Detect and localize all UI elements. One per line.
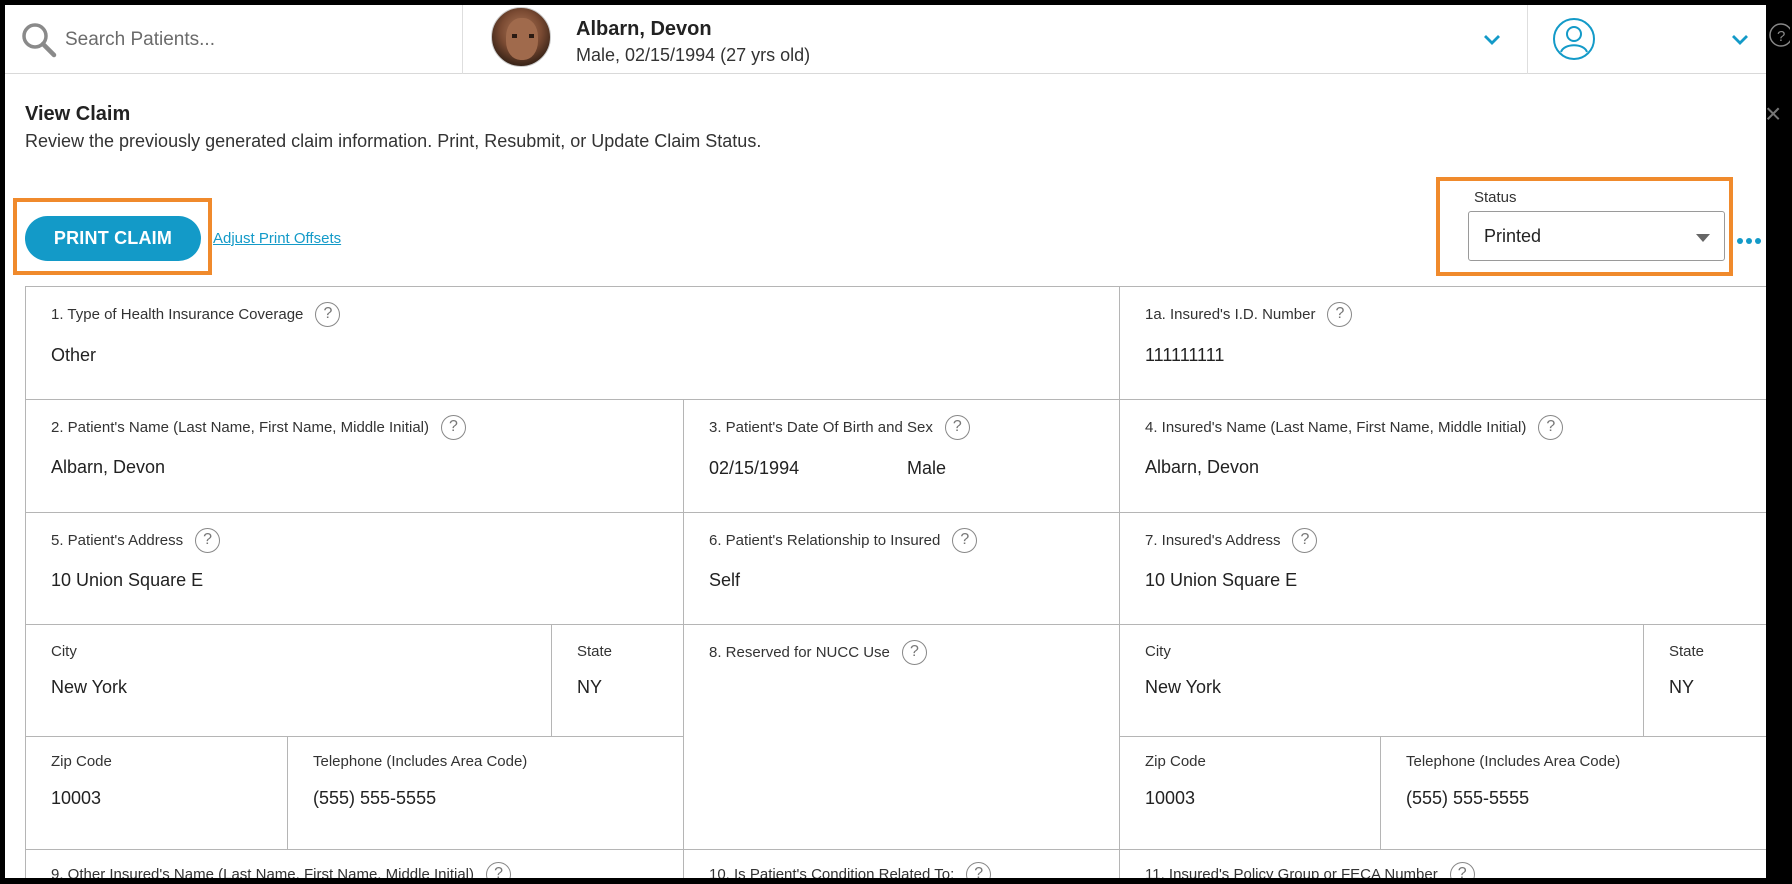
field-label: 11. Insured's Policy Group or FECA Numbe… [1145, 866, 1438, 883]
help-icon[interactable]: ? [901, 640, 927, 665]
field-label: Telephone (Includes Area Code) [313, 753, 528, 770]
field-5-patient-address: 5. Patient's Address? 10 Union Square E [25, 512, 684, 625]
help-icon[interactable]: ? [1327, 302, 1353, 327]
field-label: 5. Patient's Address [51, 532, 184, 549]
field-11-policy-group: 11. Insured's Policy Group or FECA Numbe… [1119, 849, 1775, 884]
field-label: Telephone (Includes Area Code) [1406, 753, 1621, 770]
field-1a-insured-id: 1a. Insured's I.D. Number? 111111111 [1119, 286, 1775, 400]
patient-name: Albarn, Devon [576, 18, 712, 40]
user-icon[interactable] [1552, 17, 1596, 61]
field-label: State [1669, 643, 1705, 660]
field-value: 10003 [51, 788, 102, 808]
field-label: 8. Reserved for NUCC Use [709, 644, 890, 661]
help-icon[interactable]: ? [1449, 862, 1475, 884]
avatar [491, 7, 551, 67]
field-label: 2. Patient's Name (Last Name, First Name… [51, 419, 429, 436]
field-value: (555) 555-5555 [1406, 788, 1530, 808]
field-label: 1a. Insured's I.D. Number [1145, 306, 1316, 323]
field-7-zip: Zip Code 10003 [1119, 736, 1381, 850]
field-label: 6. Patient's Relationship to Insured [709, 532, 941, 549]
field-value: (555) 555-5555 [313, 788, 437, 808]
help-icon[interactable]: ? [486, 862, 512, 884]
field-value: 10 Union Square E [1145, 570, 1298, 590]
close-icon[interactable]: × [1765, 100, 1781, 128]
adjust-print-offsets-link[interactable]: Adjust Print Offsets [213, 230, 341, 247]
field-value: New York [51, 677, 128, 697]
field-7-state: State NY [1643, 624, 1775, 737]
help-icon[interactable]: ? [1538, 415, 1564, 440]
field-1-coverage: 1. Type of Health Insurance Coverage? Ot… [25, 286, 1120, 400]
patient-meta: Male, 02/15/1994 (27 yrs old) [576, 45, 811, 65]
field-label: Zip Code [51, 753, 112, 770]
field-label: 10. Is Patient's Condition Related To: [709, 866, 955, 883]
field-9-other-insured: 9. Other Insured's Name (Last Name, Firs… [25, 849, 684, 884]
user-menu[interactable] [1529, 5, 1766, 74]
more-dots-icon[interactable] [1737, 231, 1765, 244]
field-value: Other [51, 345, 97, 365]
help-icon[interactable]: ? [441, 415, 466, 440]
field-label: City [1145, 643, 1171, 660]
patient-header[interactable]: Albarn, Devon Male, 02/15/1994 (27 yrs o… [464, 5, 1528, 74]
help-icon[interactable]: ? [944, 415, 970, 440]
dob-value: 02/15/1994 [709, 458, 800, 478]
status-value: Printed [1484, 226, 1542, 246]
caret-down-icon [1696, 234, 1710, 242]
page-title: View Claim [25, 103, 131, 125]
field-7-insured-address: 7. Insured's Address? 10 Union Square E [1119, 512, 1775, 625]
page-subtitle: Review the previously generated claim in… [25, 131, 762, 151]
field-10-condition-related: 10. Is Patient's Condition Related To:? [683, 849, 1120, 884]
field-5-telephone: Telephone (Includes Area Code) (555) 555… [287, 736, 684, 850]
help-icon[interactable]: ? [966, 862, 992, 884]
help-icon[interactable]: ? [315, 302, 341, 327]
field-7-telephone: Telephone (Includes Area Code) (555) 555… [1380, 736, 1775, 850]
field-8-reserved: 8. Reserved for NUCC Use? [683, 624, 1120, 850]
patient-search [5, 5, 463, 74]
help-icon[interactable]: ? [1768, 22, 1790, 48]
help-icon[interactable]: ? [195, 528, 221, 553]
field-2-patient-name: 2. Patient's Name (Last Name, First Name… [25, 399, 684, 513]
field-value: 10 Union Square E [51, 570, 204, 590]
field-5-zip: Zip Code 10003 [25, 736, 288, 850]
chevron-down-icon[interactable] [1482, 33, 1502, 47]
print-claim-button[interactable]: PRINT CLAIM [25, 216, 201, 261]
top-bar: Albarn, Devon Male, 02/15/1994 (27 yrs o… [5, 5, 1766, 74]
field-label: Zip Code [1145, 753, 1206, 770]
help-icon[interactable]: ? [952, 528, 978, 553]
chevron-down-icon[interactable] [1730, 33, 1750, 47]
status-select[interactable]: Printed [1468, 211, 1725, 261]
sex-value: Male [907, 458, 947, 478]
field-3-dob-sex: 3. Patient's Date Of Birth and Sex? 02/1… [683, 399, 1120, 513]
svg-text:?: ? [1777, 28, 1785, 45]
field-value: Self [709, 570, 741, 590]
status-label: Status [1474, 189, 1517, 206]
field-label: 4. Insured's Name (Last Name, First Name… [1145, 419, 1527, 436]
field-value: Albarn, Devon [1145, 457, 1260, 477]
field-label: 1. Type of Health Insurance Coverage [51, 306, 304, 323]
field-value: NY [1669, 677, 1695, 697]
field-5-state: State NY [551, 624, 684, 737]
field-value: 10003 [1145, 788, 1196, 808]
search-input[interactable] [65, 23, 445, 57]
field-value: Albarn, Devon [51, 457, 166, 477]
field-label: 9. Other Insured's Name (Last Name, Firs… [51, 866, 475, 883]
field-label: State [577, 643, 613, 660]
field-value: 111111111 [1145, 345, 1225, 365]
field-label: City [51, 643, 77, 660]
field-5-city: City New York [25, 624, 552, 737]
field-label: 7. Insured's Address [1145, 532, 1281, 549]
field-value: New York [1145, 677, 1222, 697]
field-6-relationship: 6. Patient's Relationship to Insured? Se… [683, 512, 1120, 625]
field-value: NY [577, 677, 603, 697]
help-icon[interactable]: ? [1292, 528, 1318, 553]
field-4-insured-name: 4. Insured's Name (Last Name, First Name… [1119, 399, 1775, 513]
field-label: 3. Patient's Date Of Birth and Sex [709, 419, 933, 436]
search-icon[interactable] [20, 21, 58, 59]
field-7-city: City New York [1119, 624, 1644, 737]
